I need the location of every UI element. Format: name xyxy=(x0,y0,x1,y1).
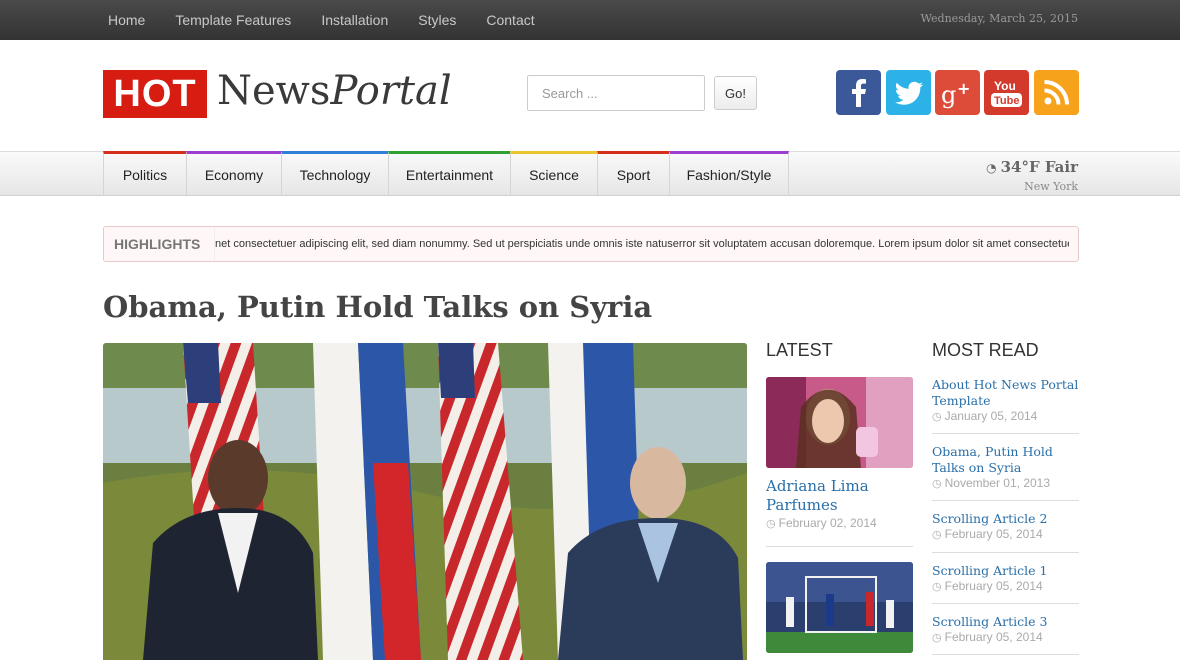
top-nav-home-link[interactable]: Home xyxy=(108,12,145,28)
twitter-icon[interactable] xyxy=(886,70,931,115)
svg-text:You: You xyxy=(994,79,1016,93)
svg-text:+: + xyxy=(957,79,970,98)
svg-text:g: g xyxy=(941,81,956,109)
latest-item-image-2[interactable] xyxy=(766,562,913,653)
most-read-date: ◷ November 01, 2013 xyxy=(932,476,1051,490)
clock-icon: ◷ xyxy=(932,632,942,644)
divider xyxy=(766,546,913,547)
latest-item-date-text: February 02, 2014 xyxy=(778,516,877,530)
most-read-item: Scrolling Article 1 ◷ February 05, 2014 xyxy=(932,563,1079,593)
svg-text:Tube: Tube xyxy=(994,95,1019,107)
top-bar: Home Template Features Installation Styl… xyxy=(0,0,1180,40)
most-read-title[interactable]: Obama, Putin Hold Talks on Syria xyxy=(932,444,1079,476)
clock-icon: ◷ xyxy=(932,581,942,593)
current-date: Wednesday, March 25, 2015 xyxy=(920,12,1078,25)
category-entertainment[interactable]: Entertainment xyxy=(388,151,510,196)
most-read-date: ◷ February 05, 2014 xyxy=(932,630,1043,644)
logo-news-text: News xyxy=(217,68,331,114)
search-go-button[interactable]: Go! xyxy=(714,76,757,110)
most-read-date: ◷ February 05, 2014 xyxy=(932,579,1043,593)
highlights-ticker: HIGHLIGHTS net consectetuer adipiscing e… xyxy=(103,226,1079,262)
category-science[interactable]: Science xyxy=(510,151,597,196)
logo-portal-text: Portal xyxy=(330,68,452,114)
logo-hot[interactable]: HOT xyxy=(103,70,207,118)
most-read-date: ◷ February 05, 2014 xyxy=(932,527,1043,541)
rss-icon[interactable] xyxy=(1034,70,1079,115)
clock-icon: ◷ xyxy=(766,518,776,530)
most-read-title[interactable]: Scrolling Article 2 xyxy=(932,511,1079,527)
top-nav-styles-link[interactable]: Styles xyxy=(418,12,456,28)
weather-icon: ◔ xyxy=(986,161,997,175)
category-economy[interactable]: Economy xyxy=(186,151,281,196)
category-nav: Politics Economy Technology Entertainmen… xyxy=(103,151,789,196)
category-politics[interactable]: Politics xyxy=(103,151,186,196)
clock-icon: ◷ xyxy=(932,529,942,541)
article-headline[interactable]: Obama, Putin Hold Talks on Syria xyxy=(103,290,652,324)
top-nav-contact-link[interactable]: Contact xyxy=(486,12,534,28)
latest-heading: LATEST xyxy=(766,340,833,360)
clock-icon: ◷ xyxy=(932,411,942,423)
search-input[interactable] xyxy=(527,75,705,111)
logo-news-portal[interactable]: NewsPortal xyxy=(217,68,452,114)
most-read-title[interactable]: Scrolling Article 3 xyxy=(932,614,1079,630)
latest-item-image[interactable] xyxy=(766,377,913,468)
most-read-item: About Hot News Portal Template ◷ January … xyxy=(932,377,1079,423)
top-nav: Home Template Features Installation Styl… xyxy=(108,0,565,40)
clock-icon: ◷ xyxy=(932,478,942,490)
top-nav-template-features-link[interactable]: Template Features xyxy=(175,12,291,28)
article-main-image[interactable] xyxy=(103,343,747,660)
highlights-text[interactable]: net consectetuer adipiscing elit, sed di… xyxy=(215,227,1069,261)
category-technology[interactable]: Technology xyxy=(281,151,388,196)
divider xyxy=(932,654,1079,655)
divider xyxy=(932,603,1079,604)
most-read-title[interactable]: Scrolling Article 1 xyxy=(932,563,1079,579)
top-nav-installation-link[interactable]: Installation xyxy=(321,12,388,28)
divider xyxy=(932,552,1079,553)
latest-item-date: ◷ February 02, 2014 xyxy=(766,516,877,530)
most-read-heading: MOST READ xyxy=(932,340,1039,360)
weather-widget: ◔ 34°F Fair xyxy=(986,158,1078,176)
latest-item-title[interactable]: Adriana Lima Parfumes xyxy=(766,477,913,515)
weather-temperature: 34°F Fair xyxy=(1000,158,1078,176)
google-plus-icon[interactable]: g + xyxy=(935,70,980,115)
youtube-icon[interactable]: You Tube xyxy=(984,70,1029,115)
divider xyxy=(932,433,1079,434)
highlights-label: HIGHLIGHTS xyxy=(104,227,215,261)
most-read-item: Scrolling Article 3 ◷ February 05, 2014 xyxy=(932,614,1079,644)
category-fashion-style[interactable]: Fashion/Style xyxy=(669,151,789,196)
facebook-icon[interactable] xyxy=(836,70,881,115)
divider xyxy=(932,500,1079,501)
weather-city: New York xyxy=(1024,180,1078,193)
category-sport[interactable]: Sport xyxy=(597,151,669,196)
most-read-date: ◷ January 05, 2014 xyxy=(932,409,1038,423)
most-read-title[interactable]: About Hot News Portal Template xyxy=(932,377,1079,409)
most-read-item: Scrolling Article 2 ◷ February 05, 2014 xyxy=(932,511,1079,541)
most-read-item: Obama, Putin Hold Talks on Syria ◷ Novemb… xyxy=(932,444,1079,490)
